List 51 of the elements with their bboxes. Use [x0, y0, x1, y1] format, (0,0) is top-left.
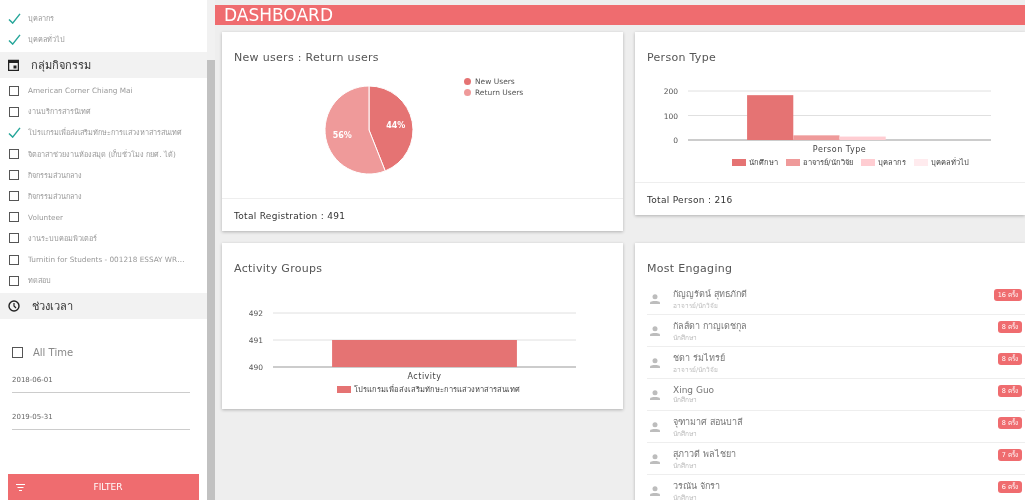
legend-dot	[464, 78, 471, 85]
checkbox[interactable]	[9, 85, 19, 96]
scrollbar-thumb[interactable]	[207, 60, 215, 500]
check-icon[interactable]	[8, 34, 21, 46]
legend-swatch	[860, 158, 875, 166]
card-title: Most Engaging	[646, 261, 734, 275]
checkbox[interactable]	[9, 233, 19, 244]
check-icon[interactable]	[8, 127, 21, 139]
legend-swatch	[732, 158, 746, 166]
page-header: DASHBOARD	[215, 5, 1025, 25]
person-icon	[650, 421, 660, 432]
axis-title: Activity	[407, 372, 442, 381]
slice-label: 56%	[332, 131, 352, 141]
person-name: ชดา ร่มไทรย์	[673, 351, 726, 365]
calendar-icon	[8, 59, 19, 72]
person-icon	[650, 293, 660, 304]
card-title: Activity Groups	[233, 261, 324, 275]
person-icon	[650, 357, 660, 368]
slice-label: 44%	[386, 120, 406, 130]
section-header[interactable]: กลุ่มกิจกรรม	[0, 52, 207, 79]
person-icon	[650, 389, 660, 400]
checkbox[interactable]	[9, 254, 19, 265]
person-name: วรณัน จักรา	[673, 479, 721, 493]
checkbox[interactable]	[9, 191, 19, 202]
axis-title: Person Type	[812, 145, 867, 154]
checkbox-label: All Time	[33, 347, 74, 359]
checkbox[interactable]	[9, 170, 19, 181]
card-title: Person Type	[646, 50, 718, 64]
checkbox[interactable]	[9, 106, 19, 117]
person-name: Xing Guo	[673, 384, 716, 395]
person-icon	[650, 485, 660, 496]
legend-swatch	[337, 385, 351, 393]
card-footer: Total Person : 216	[635, 182, 1025, 215]
legend-dot	[464, 89, 471, 96]
checkbox[interactable]	[9, 275, 19, 286]
checkbox[interactable]	[9, 149, 19, 159]
person-icon	[650, 453, 660, 464]
person-name: กัลส์ดา กาญเดชกุล	[673, 319, 748, 333]
card-footer: Total Registration : 491	[222, 198, 623, 231]
filter-icon	[16, 483, 25, 491]
person-name: กัญญรัตน์ สุทธภักดี	[673, 287, 748, 301]
legend-swatch	[786, 158, 800, 166]
section-header[interactable]: ช่วงเวลา	[0, 293, 207, 320]
clock-icon	[8, 300, 20, 313]
checkbox[interactable]	[9, 212, 19, 223]
person-name: จุฑามาศ สอนบาลี	[673, 415, 744, 429]
check-icon[interactable]	[8, 13, 21, 25]
checkbox[interactable]	[12, 347, 23, 359]
person-icon	[650, 325, 660, 336]
person-name: สุภาวดี พลไชยา	[673, 447, 737, 461]
card-title: New users : Return users	[233, 50, 380, 64]
